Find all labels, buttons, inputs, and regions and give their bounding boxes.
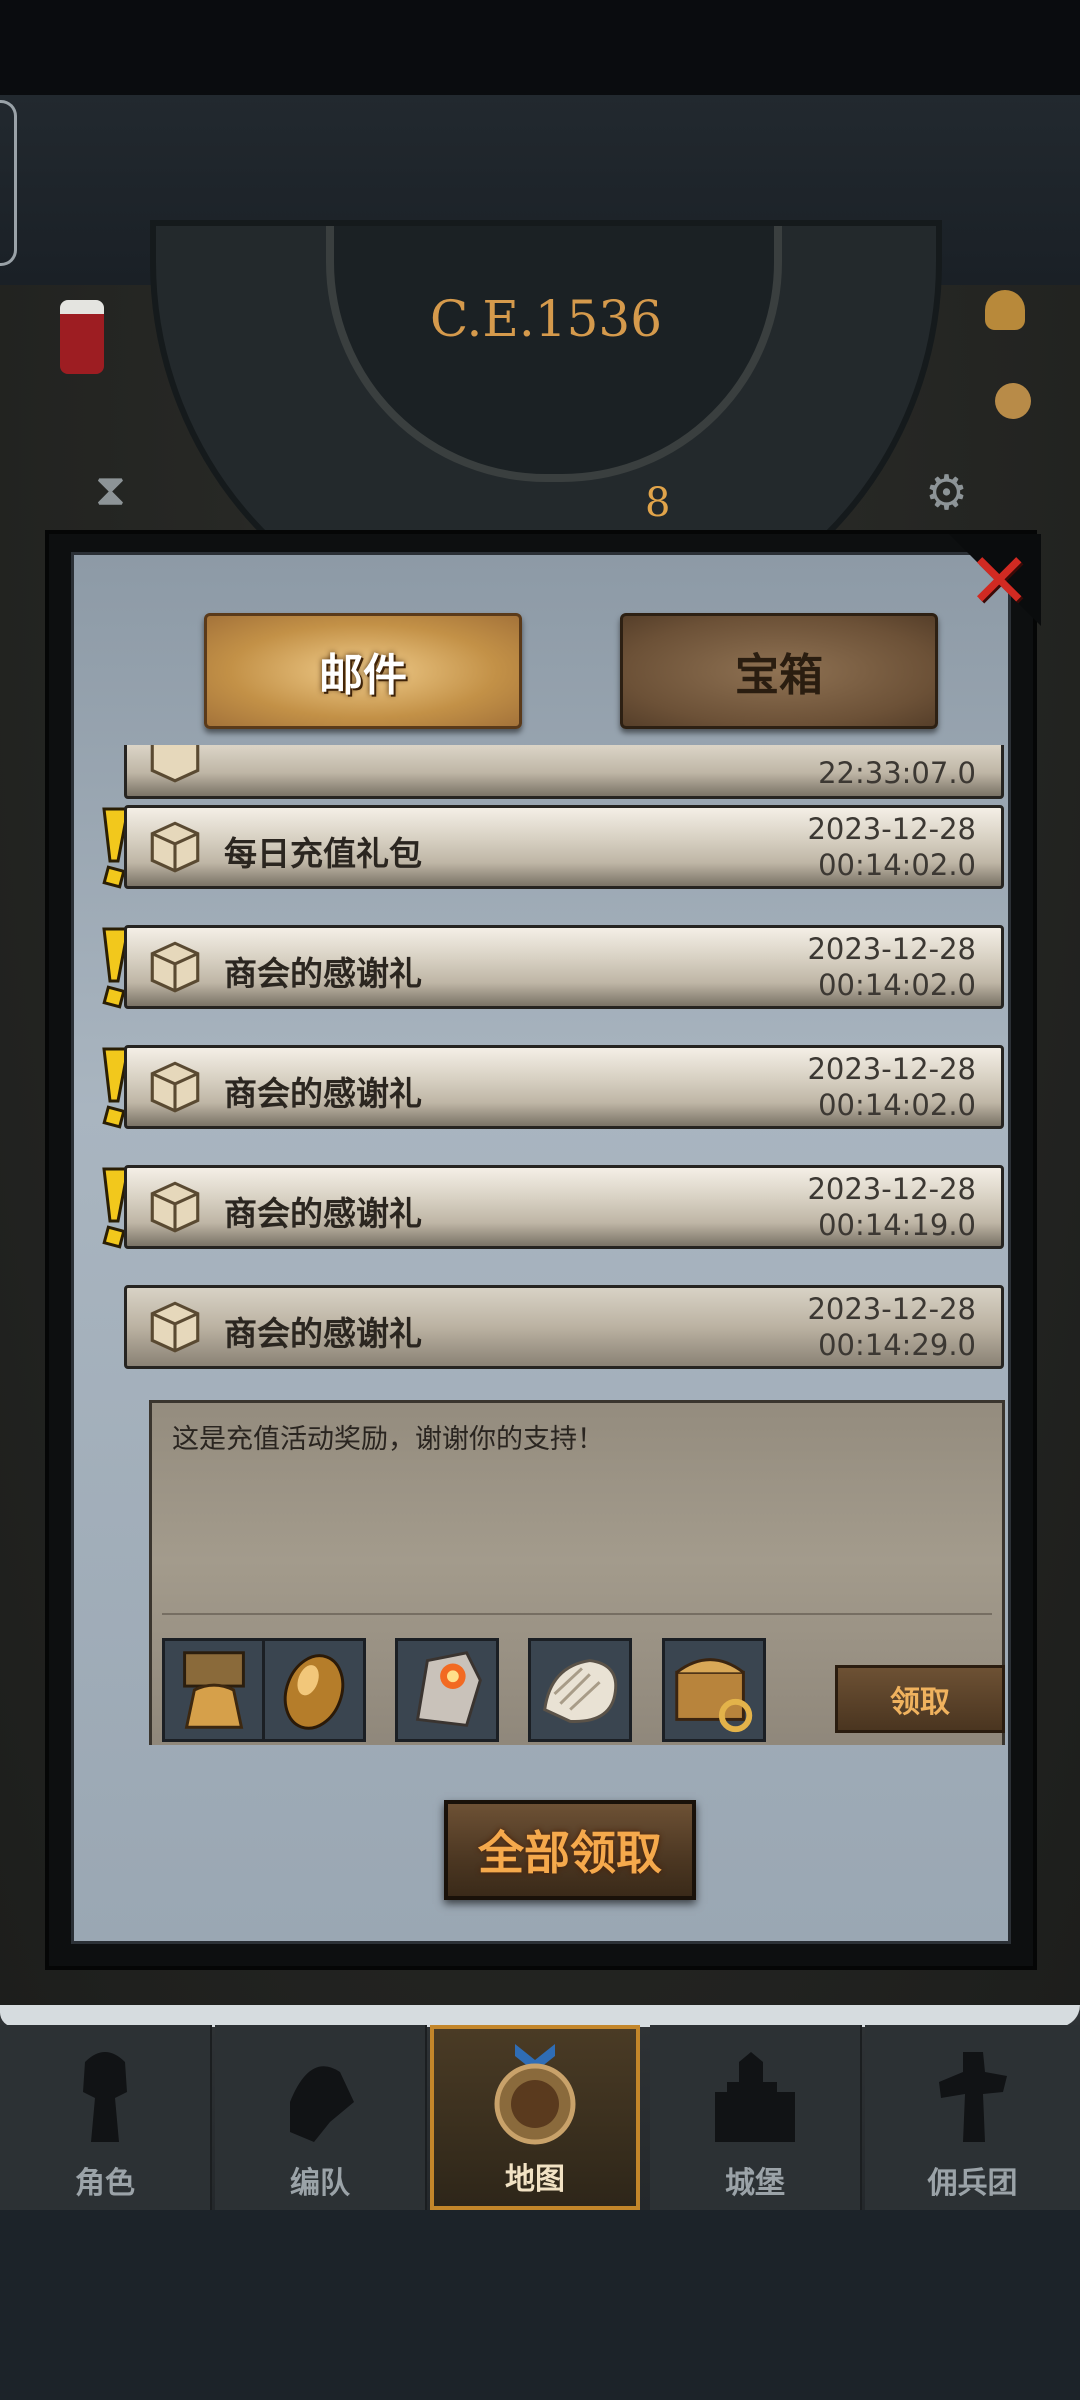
mail-list[interactable]: 22:33:07.0 每日充值礼包 2023-12-2800:14:02.0 [94,745,1046,1745]
bottom-nav: 角色 编队 地图 城堡 佣兵团 [0,2005,1080,2210]
year-label: C.E.1536 [430,290,663,348]
treasure-chest-icon [675,1658,753,1733]
mail-time: 22:33:07.0 [818,756,976,790]
mail-message: 这是充值活动奖励，谢谢你的支持！ [172,1424,604,1455]
nav-mercenary[interactable]: 佣兵团 [865,2025,1080,2210]
nav-label: 城堡 [725,2166,785,2201]
ornament-icon [995,383,1031,419]
mail-row[interactable]: 每日充值礼包 2023-12-28 00:14:02.0 [94,805,1046,893]
squad-icon [290,2066,354,2142]
claim-button[interactable]: 领取 [835,1665,1005,1733]
snow-decoration [0,2005,1080,2027]
mercenary-icon [938,2052,1007,2142]
reward-slot[interactable] [162,1638,266,1742]
mail-row[interactable]: 商会的感谢礼 2023-12-28 00:14:19.0 [94,1165,1046,1253]
mail-title: 商会的感谢礼 [224,1314,422,1353]
reward-slot[interactable] [662,1638,766,1742]
mail-box-icon [150,1181,200,1233]
mail-row[interactable]: 商会的感谢礼 2023-12-28 00:14:02.0 [94,1045,1046,1133]
mail-modal: 邮件 宝箱 22:33:07.0 每日充值礼包 2023-12-28 00:14… [45,530,1041,1970]
mail-title: 每日充值礼包 [224,834,422,873]
mail-datetime: 2023-12-28 00:14:02.0 [807,1052,976,1122]
nav-label: 地图 [505,2162,565,2197]
nav-squad[interactable]: 编队 [215,2025,427,2210]
mail-datetime: 2023-12-28 00:14:02.0 [807,932,976,1002]
reward-slot[interactable] [528,1638,632,1742]
tab-mail[interactable]: 邮件 [204,613,522,729]
mail-title: 商会的感谢礼 [224,954,422,993]
mail-datetime: 2023-12-28 00:14:29.0 [807,1292,976,1362]
mail-row-expanded[interactable]: 商会的感谢礼 2023-12-28 00:14:29.0 [94,1285,1046,1373]
top-notch [0,100,17,266]
mail-datetime: 2023-12-28 00:14:19.0 [807,1172,976,1242]
nav-castle[interactable]: 城堡 [650,2025,862,2210]
mail-row[interactable]: 22:33:07.0 [94,745,1046,803]
mail-datetime: 2023-12-28 00:14:02.0 [807,812,976,882]
mail-box-icon [150,745,200,783]
close-button[interactable]: ✕ [949,534,1041,626]
close-icon: ✕ [967,536,1031,625]
mail-box-icon [150,1301,200,1353]
mail-title: 商会的感谢礼 [224,1074,422,1113]
copper-egg-icon [283,1654,345,1730]
mail-panel: 邮件 宝箱 22:33:07.0 每日充值礼包 2023-12-28 00:14… [71,552,1011,1944]
nav-label: 角色 [75,2166,135,2201]
castle-icon [715,2052,795,2142]
reward-slot[interactable] [395,1638,499,1742]
mail-box-icon [150,941,200,993]
knight-icon [83,2052,127,2142]
hourglass-icon[interactable]: ⧗ [95,465,126,516]
gear-icon[interactable]: ⚙ [925,465,968,521]
bell-icon [985,290,1025,330]
mail-box-icon [150,1061,200,1113]
christmas-stocking-icon [60,300,104,374]
claim-all-button[interactable]: 全部领取 [444,1800,696,1900]
fire-stone-icon [415,1651,482,1727]
fur-pelt-icon [543,1659,618,1723]
money-bag-icon [183,1651,245,1729]
nav-label: 佣兵团 [927,2166,1018,2201]
system-bottom-area [0,2210,1080,2400]
nav-character[interactable]: 角色 [0,2025,212,2210]
tab-chest[interactable]: 宝箱 [620,613,938,729]
wheel-number: 8 [645,480,671,526]
reward-slot[interactable] [262,1638,366,1742]
mail-box-icon [150,821,200,873]
mail-detail-panel: 这是充值活动奖励，谢谢你的支持！ 10 x1 [149,1400,1005,1745]
map-icon [494,2044,576,2145]
mail-row[interactable]: 商会的感谢礼 2023-12-28 00:14:02.0 [94,925,1046,1013]
mail-title: 商会的感谢礼 [224,1194,422,1233]
divider [162,1613,992,1615]
nav-label: 编队 [290,2166,350,2201]
nav-map[interactable]: 地图 [430,2025,640,2210]
